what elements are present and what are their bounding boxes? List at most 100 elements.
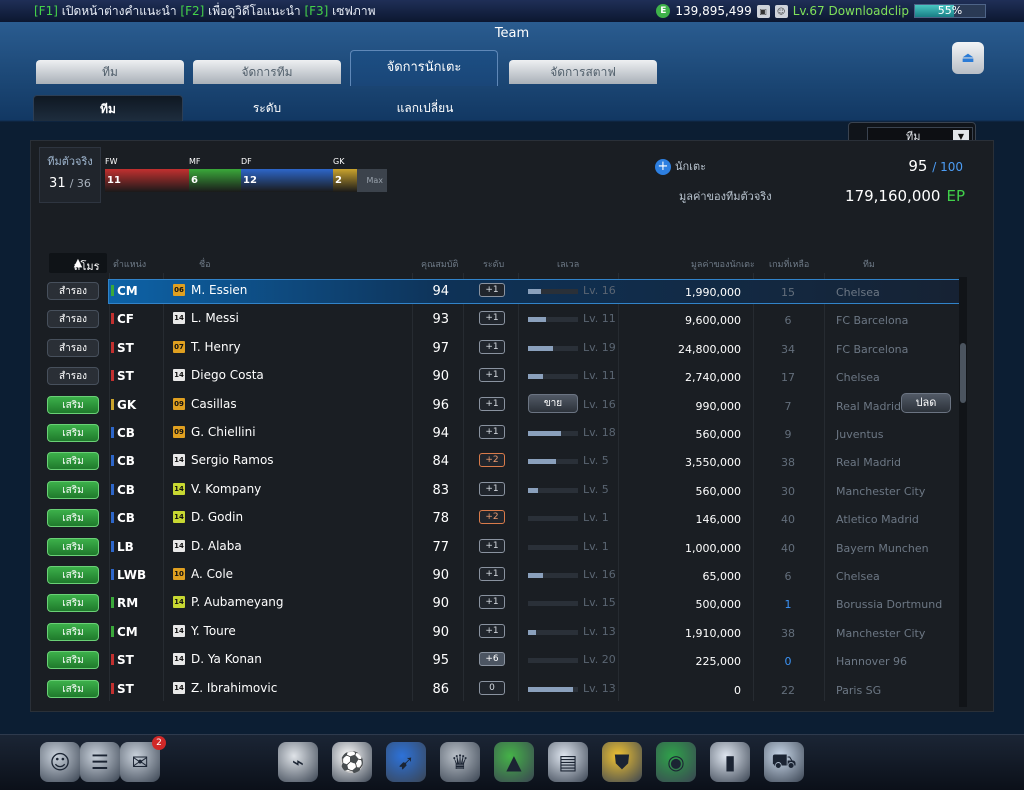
player-name[interactable]: P. Aubameyang bbox=[191, 595, 284, 609]
player-name[interactable]: D. Ya Konan bbox=[191, 652, 262, 666]
release-button[interactable]: ปลด bbox=[901, 392, 951, 413]
table-row[interactable]: เสริม GK 09 Casillas 96 +1 ขาย Lv. 16 990,000 7 Re… bbox=[31, 391, 965, 419]
profile-button[interactable]: ☺ bbox=[40, 742, 80, 782]
col-value[interactable]: มูลค่าของนักเตะ bbox=[691, 257, 755, 271]
hotkey-hint-1: เปิดหน้าต่างคำแนะนำ bbox=[57, 3, 181, 18]
chat-button[interactable]: ☰ bbox=[80, 742, 120, 782]
player-name[interactable]: A. Cole bbox=[191, 567, 233, 581]
player-name[interactable]: G. Chiellini bbox=[191, 425, 256, 439]
status-button[interactable]: เสริม bbox=[47, 594, 99, 613]
subtab-grade[interactable]: ระดับ bbox=[192, 95, 342, 121]
jersey-button[interactable]: ⛊ bbox=[602, 742, 642, 782]
grade-badge: +1 bbox=[479, 623, 505, 638]
player-name[interactable]: D. Alaba bbox=[191, 539, 242, 553]
player-name[interactable]: Diego Costa bbox=[191, 368, 264, 382]
eject-button[interactable]: ⏏ bbox=[952, 42, 984, 74]
col-team[interactable]: ทีม bbox=[863, 257, 875, 271]
col-grade[interactable]: ระดับ bbox=[483, 257, 504, 271]
col-name[interactable]: ชื่อ bbox=[199, 257, 211, 271]
table-row[interactable]: สำรอง CM 06 M. Essien 94 +1 Lv. 16 1,990,000 15 C… bbox=[31, 277, 965, 305]
status-button[interactable]: เสริม bbox=[47, 537, 99, 556]
games-left: 30 bbox=[781, 484, 795, 498]
player-name[interactable]: D. Godin bbox=[191, 510, 243, 524]
player-ovr: 86 bbox=[432, 681, 449, 697]
status-button[interactable]: เสริม bbox=[47, 679, 99, 698]
card-button[interactable]: ▮ bbox=[710, 742, 750, 782]
tab-team[interactable]: ทีม bbox=[36, 60, 184, 84]
notepad-button[interactable]: ▤ bbox=[548, 742, 588, 782]
col-position[interactable]: ตำแหน่ง bbox=[113, 257, 146, 271]
status-button[interactable]: เสริม bbox=[47, 651, 99, 670]
table-scrollbar[interactable] bbox=[959, 277, 967, 707]
status-button[interactable]: เสริม bbox=[47, 424, 99, 442]
shop-cart-button[interactable]: ⛟ bbox=[764, 742, 804, 782]
col-games-left[interactable]: เกมที่เหลือ bbox=[769, 257, 809, 271]
tab-manage-staff[interactable]: จัดการสตาฟ bbox=[509, 60, 657, 84]
grade-badge: +1 bbox=[479, 283, 505, 297]
table-row[interactable]: เสริม CB 09 G. Chiellini 94 +1 Lv. 18 560,000 9 J… bbox=[31, 419, 965, 447]
trophy-button[interactable]: ♛ bbox=[440, 742, 480, 782]
add-icon[interactable]: + bbox=[655, 159, 671, 175]
status-button[interactable]: เสริม bbox=[47, 509, 99, 528]
grade-badge: +1 bbox=[479, 396, 505, 411]
player-name[interactable]: Casillas bbox=[191, 397, 237, 411]
player-value: 146,000 bbox=[695, 513, 742, 527]
player-name[interactable]: V. Kompany bbox=[191, 482, 261, 496]
status-button[interactable]: สำรอง bbox=[47, 367, 99, 386]
tab-manage-players[interactable]: จัดการนักเตะ bbox=[350, 50, 498, 86]
subtab-team[interactable]: ทีม bbox=[33, 95, 183, 121]
top-status-bar: [F1] เปิดหน้าต่างคำแนะนำ [F2] เพื่อดูวิด… bbox=[0, 0, 1024, 22]
status-button[interactable]: เสริม bbox=[47, 566, 99, 584]
whistle-icon: ⌁ bbox=[291, 750, 305, 774]
status-button[interactable]: เสริม bbox=[47, 395, 99, 414]
table-row[interactable]: สำรอง ST 14 Diego Costa 90 +1 Lv. 11 2,740,000 1… bbox=[31, 362, 965, 390]
status-button[interactable]: สำรอง bbox=[47, 310, 99, 329]
club-button[interactable]: ◉ bbox=[656, 742, 696, 782]
status-button[interactable]: เสริม bbox=[47, 622, 99, 641]
status-button[interactable]: เสริม bbox=[47, 452, 99, 471]
tab-manage-team[interactable]: จัดการทีม bbox=[193, 60, 341, 84]
table-row[interactable]: สำรอง CF 14 L. Messi 93 +1 Lv. 11 9,600,000 6 FC … bbox=[31, 305, 965, 333]
player-name[interactable]: Sergio Ramos bbox=[191, 453, 274, 467]
col-ovr[interactable]: คุณสมบัติ bbox=[421, 257, 458, 271]
player-name[interactable]: Y. Toure bbox=[191, 624, 236, 638]
mail-button[interactable]: ✉ 2 bbox=[120, 736, 166, 782]
table-row[interactable]: เสริม CB 14 D. Godin 78 +2 Lv. 1 146,000 40 Atlet… bbox=[31, 504, 965, 532]
player-name[interactable]: L. Messi bbox=[191, 311, 239, 325]
player-ovr: 94 bbox=[432, 426, 449, 441]
club-icon: ◉ bbox=[667, 750, 685, 774]
table-row[interactable]: เสริม LB 14 D. Alaba 77 +1 Lv. 1 1,000,000 40 Bay… bbox=[31, 533, 965, 561]
player-value: 1,910,000 bbox=[685, 626, 741, 640]
status-button[interactable]: เสริม bbox=[47, 480, 99, 499]
player-name[interactable]: T. Henry bbox=[191, 340, 241, 354]
table-row[interactable]: เสริม CB 14 Sergio Ramos 84 +2 Lv. 5 3,550,000 3… bbox=[31, 447, 965, 475]
exp-bar bbox=[528, 459, 578, 465]
player-name[interactable]: Z. Ibrahimovic bbox=[191, 681, 277, 695]
games-left: 7 bbox=[784, 399, 792, 413]
table-row[interactable]: สำรอง ST 07 T. Henry 97 +1 Lv. 19 24,800,000 34 F… bbox=[31, 334, 965, 362]
player-name[interactable]: M. Essien bbox=[191, 283, 247, 297]
sort-club-header[interactable]: สโมร ▲ bbox=[49, 253, 107, 273]
status-button[interactable]: สำรอง bbox=[47, 282, 99, 300]
table-row[interactable]: เสริม ST 14 D. Ya Konan 95 +6 Lv. 20 225,000 0 Ha… bbox=[31, 646, 965, 674]
ball-button[interactable]: ⚽ bbox=[332, 742, 372, 782]
exp-bar bbox=[528, 658, 578, 664]
boots-button[interactable]: ➹ bbox=[386, 742, 426, 782]
status-button[interactable]: สำรอง bbox=[47, 338, 99, 357]
table-row[interactable]: เสริม CB 14 V. Kompany 83 +1 Lv. 5 560,000 30 Man… bbox=[31, 476, 965, 504]
exp-bar bbox=[528, 601, 578, 607]
hotkey-3: [F3] bbox=[304, 3, 329, 18]
whistle-button[interactable]: ⌁ bbox=[278, 742, 318, 782]
ranking-button[interactable]: ▲ bbox=[494, 742, 534, 782]
season-badge-icon: 14 bbox=[173, 454, 185, 467]
sell-button[interactable]: ขาย bbox=[528, 393, 578, 413]
table-row[interactable]: เสริม RM 14 P. Aubameyang 90 +1 Lv. 15 500,000 1… bbox=[31, 589, 965, 617]
col-level[interactable]: เลเวล bbox=[557, 257, 579, 271]
table-row[interactable]: เสริม ST 14 Z. Ibrahimovic 86 0 Lv. 13 0 22 Paris… bbox=[31, 675, 965, 703]
eject-icon: ⏏ bbox=[961, 50, 975, 66]
scrollbar-thumb[interactable] bbox=[960, 343, 966, 403]
table-row[interactable]: เสริม CM 14 Y. Toure 90 +1 Lv. 13 1,910,000 38 Ma… bbox=[31, 618, 965, 646]
player-level: Lv. 5 bbox=[583, 454, 609, 468]
table-row[interactable]: เสริม LWB 10 A. Cole 90 +1 Lv. 16 65,000 6 Chelse… bbox=[31, 561, 965, 589]
subtab-exchange[interactable]: แลกเปลี่ยน bbox=[350, 95, 500, 121]
